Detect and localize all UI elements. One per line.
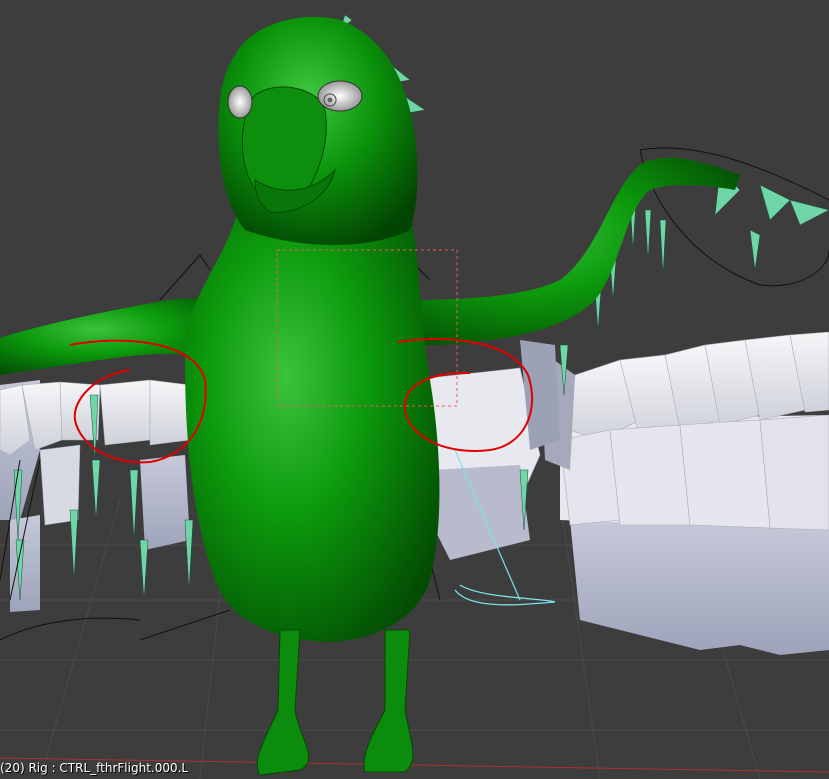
left-leg: [256, 629, 310, 776]
torso: [184, 200, 440, 642]
right-eye: [317, 80, 363, 112]
right-arm: [390, 157, 740, 345]
3d-viewport[interactable]: (20) Rig : CTRL_fthrFlight.000.L: [0, 0, 829, 779]
viewport-canvas[interactable]: [0, 0, 829, 779]
right-leg: [363, 629, 414, 773]
left-eye: [227, 85, 253, 119]
foot-control-curve[interactable]: [454, 584, 556, 606]
viewport-status-text: (20) Rig : CTRL_fthrFlight.000.L: [0, 761, 189, 775]
right-wing-feathers[interactable]: [540, 331, 829, 655]
